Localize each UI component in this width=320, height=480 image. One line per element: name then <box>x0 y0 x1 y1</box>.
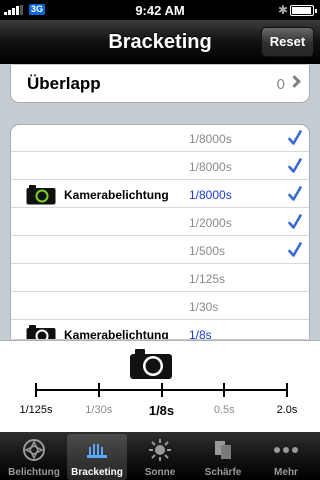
tab-label: Sonne <box>144 467 176 478</box>
shutter-speed: 1/8000s <box>189 132 232 146</box>
tab-label: Belichtung <box>8 467 60 478</box>
scale-label[interactable]: 1/8s <box>137 403 187 418</box>
tab-label: Schärfe <box>204 467 242 478</box>
sun-icon <box>148 438 172 462</box>
exposure-row[interactable]: 1/30s <box>11 294 309 320</box>
checkmark-icon <box>288 158 302 173</box>
battery-icon <box>290 5 317 16</box>
overlap-label: Überlapp <box>27 74 101 93</box>
scale-tick <box>223 383 226 397</box>
exposure-row[interactable]: 1/125s <box>11 266 309 292</box>
shutter-speed: 1/500s <box>189 244 226 258</box>
camera-icon <box>26 185 56 205</box>
aperture-icon <box>22 438 46 462</box>
bracketing-icon <box>85 438 109 462</box>
tab-bracketing[interactable]: Bracketing <box>67 434 127 480</box>
scale-label[interactable]: 1/30s <box>74 404 124 416</box>
camera-exposure-label: Kamerabelichtung <box>64 188 169 202</box>
tab-label: Bracketing <box>71 467 123 478</box>
exposure-row[interactable]: 1/8000s <box>11 126 309 152</box>
checkmark-icon <box>288 214 302 229</box>
bluetooth-icon: ✱ <box>278 3 289 17</box>
overlap-value: 0 <box>276 76 285 93</box>
exposure-row[interactable]: 1/500s <box>11 238 309 264</box>
more-icon <box>274 438 298 462</box>
checkmark-icon <box>288 130 302 145</box>
chevron-right-icon <box>288 75 301 88</box>
tab-sonne[interactable]: Sonne <box>130 434 190 480</box>
tab-label: Mehr <box>274 467 298 478</box>
focus-icon <box>211 438 235 462</box>
exposure-row[interactable]: 1/2000s <box>11 210 309 236</box>
scale-label[interactable]: 1/125s <box>11 404 61 416</box>
shutter-speed: 1/8000s <box>189 188 232 202</box>
tab-schrfe[interactable]: Schärfe <box>193 434 253 480</box>
checkmark-icon <box>288 242 302 257</box>
shutter-speed: 1/8000s <box>189 160 232 174</box>
scale-tick <box>97 383 100 397</box>
tab-mehr[interactable]: Mehr <box>256 434 316 480</box>
bracketing-list[interactable]: Überlapp 0 1/8000s 1/8000s Kamerabelicht… <box>0 65 320 339</box>
exposure-row[interactable]: Kamerabelichtung 1/8s <box>11 322 309 339</box>
scale-label[interactable]: 2.0s <box>262 404 312 416</box>
overlap-row[interactable]: Überlapp 0 <box>10 65 310 103</box>
exposure-row[interactable]: 1/8000s <box>11 154 309 180</box>
tab-belichtung[interactable]: Belichtung <box>4 434 64 480</box>
scale-tick <box>35 383 37 397</box>
exposure-row[interactable]: Kamerabelichtung 1/8000s <box>11 182 309 208</box>
reset-button[interactable]: Reset <box>261 27 314 57</box>
scale-label[interactable]: 0.5s <box>199 404 249 416</box>
shutter-speed: 1/30s <box>189 300 219 314</box>
scale-tick <box>160 383 163 397</box>
camera-icon <box>130 349 172 379</box>
scale-tick <box>286 383 288 397</box>
status-bar: 3G 9:42 AM ✱ <box>0 0 320 20</box>
camera-exposure-label: Kamerabelichtung <box>64 328 169 339</box>
tab-bar: Belichtung Bracketing Sonne Schärfe Mehr <box>0 432 320 480</box>
shutter-speed: 1/8s <box>189 328 212 339</box>
shutter-speed: 1/2000s <box>189 216 232 230</box>
exposure-selector[interactable]: 1/125s 1/30s 1/8s 0.5s 2.0s <box>0 340 320 432</box>
checkmark-icon <box>288 186 302 201</box>
status-time: 9:42 AM <box>135 3 185 18</box>
camera-icon <box>26 325 56 339</box>
exposure-rows: 1/8000s 1/8000s Kamerabelichtung 1/8000s … <box>10 124 310 339</box>
shutter-speed: 1/125s <box>189 272 226 286</box>
